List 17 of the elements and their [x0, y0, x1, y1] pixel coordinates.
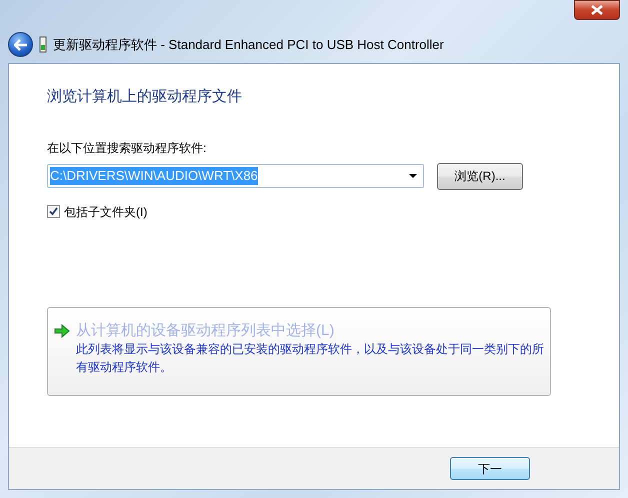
arrow-icon	[54, 324, 70, 338]
browse-button[interactable]: 浏览(R)...	[437, 162, 523, 190]
search-location-label: 在以下位置搜索驱动程序软件:	[47, 140, 208, 156]
command-link-title: 从计算机的设备驱动程序列表中选择(L)	[76, 322, 336, 340]
next-button[interactable]: 下一	[450, 457, 530, 480]
command-link[interactable]: 从计算机的设备驱动程序列表中选择(L) 此列表将显示与该设备兼容的已安装的驱动程序软件，以及与该设备处于同一类别下的所有驱动程序软件。	[47, 306, 551, 396]
device-icon	[39, 36, 47, 53]
back-arrow-icon	[14, 38, 28, 50]
close-button[interactable]	[574, 0, 620, 20]
back-button[interactable]	[8, 32, 33, 57]
close-icon	[591, 5, 603, 15]
include-subfolders-label: 包括子文件夹(I)	[64, 204, 148, 220]
command-link-description: 此列表将显示与该设备兼容的已安装的驱动程序软件，以及与该设备处于同一类别下的所有驱动程序软件。	[76, 340, 545, 376]
window-title: 更新驱动程序软件 - Standard Enhanced PCI to USB Host Controller	[53, 36, 444, 54]
dropdown-arrow-icon	[409, 174, 417, 178]
page-heading: 浏览计算机上的驱动程序文件	[47, 87, 243, 107]
include-subfolders-checkbox[interactable]	[47, 205, 60, 218]
